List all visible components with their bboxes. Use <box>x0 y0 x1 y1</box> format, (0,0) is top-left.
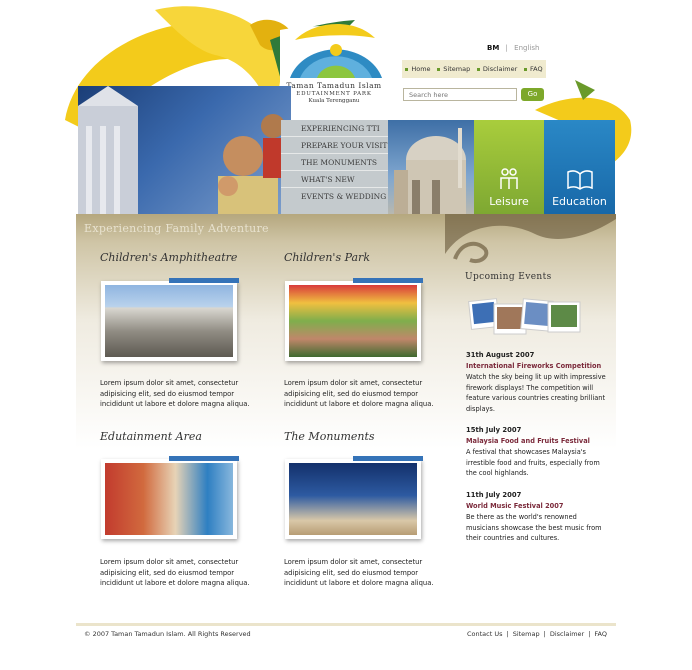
hero-family-photo <box>78 86 291 214</box>
lang-english[interactable]: English <box>514 44 539 52</box>
footer-divider <box>76 623 616 626</box>
event-desc-1: Watch the sky being lit up with impressi… <box>466 373 606 413</box>
event-name-2[interactable]: Malaysia Food and Fruits Festival <box>466 437 590 445</box>
copyright: © 2007 Taman Tamadun Islam. All Rights R… <box>84 630 251 638</box>
footer-faq[interactable]: FAQ <box>594 630 607 638</box>
monuments-photo[interactable] <box>285 456 423 539</box>
feature-title-amphitheatre: Children's Amphitheatre <box>100 251 238 264</box>
leisure-label: Leisure <box>489 195 529 208</box>
feature-text-edutainment: Lorem ipsum dolor sit amet, consectetur … <box>100 558 250 587</box>
site-logo[interactable]: Taman Tamadun Islam EDUTAINMENT PARK Kua… <box>276 81 392 104</box>
search-input[interactable] <box>403 88 517 101</box>
feature-text-park: Lorem ipsum dolor sit amet, consectetur … <box>284 379 434 408</box>
education-tile[interactable]: Education <box>544 120 615 214</box>
feature-title-monuments: The Monuments <box>284 430 375 443</box>
education-label: Education <box>552 195 607 208</box>
footer-sitemap[interactable]: Sitemap <box>513 630 540 638</box>
event-date-2: 15th July 2007 <box>466 426 522 434</box>
feature-text-monuments: Lorem ipsum dolor sit amet, consectetur … <box>284 558 434 587</box>
language-switcher: BM | English <box>487 44 539 52</box>
decorative-swirl <box>445 214 616 263</box>
leisure-tile[interactable]: Leisure <box>474 120 544 214</box>
event-date-3: 11th July 2007 <box>466 491 522 499</box>
amphitheatre-photo[interactable] <box>101 278 239 361</box>
footer-contact[interactable]: Contact Us <box>467 630 503 638</box>
topnav-home[interactable]: Home <box>405 65 430 73</box>
lang-bm[interactable]: BM <box>487 44 499 52</box>
event-desc-2: A festival that showcases Malaysia's irr… <box>466 448 600 477</box>
event-name-3[interactable]: World Music Festival 2007 <box>466 502 563 510</box>
event-date-1: 31th August 2007 <box>466 351 535 359</box>
feature-text-amphitheatre: Lorem ipsum dolor sit amet, consectetur … <box>100 379 250 408</box>
book-icon <box>567 170 593 190</box>
event-name-1[interactable]: International Fireworks Competition <box>466 362 601 370</box>
feature-title-park: Children's Park <box>284 251 370 264</box>
event-desc-3: Be there as the world's renowned musicia… <box>466 513 602 542</box>
logo-line2: EDUTAINMENT PARK <box>296 91 372 97</box>
footer-disclaimer[interactable]: Disclaimer <box>550 630 584 638</box>
topnav-disclaimer[interactable]: Disclaimer <box>477 65 517 73</box>
events-title: Upcoming Events <box>465 272 552 282</box>
logo-line3: Kuala Terengganu <box>308 98 360 104</box>
hero-mosque-photo <box>388 120 474 214</box>
menu-monuments[interactable]: THE MONUMENTS <box>281 154 401 171</box>
menu-whats-new[interactable]: WHAT'S NEW <box>281 171 401 188</box>
logo-line1: Taman Tamadun Islam <box>286 81 382 90</box>
topnav-faq[interactable]: FAQ <box>524 65 543 73</box>
edutainment-photo[interactable] <box>101 456 239 539</box>
menu-events-wedding[interactable]: EVENTS & WEDDING <box>281 188 401 214</box>
topnav-sitemap[interactable]: Sitemap <box>437 65 470 73</box>
lang-separator: | <box>505 44 508 52</box>
top-nav: Home Sitemap Disclaimer FAQ <box>402 60 546 78</box>
feature-title-edutainment: Edutainment Area <box>100 430 202 443</box>
events-photo-collage <box>468 298 581 335</box>
menu-prepare-visit[interactable]: PREPARE YOUR VISIT <box>281 137 401 154</box>
park-photo[interactable] <box>285 278 423 361</box>
main-menu: EXPERIENCING TTI PREPARE YOUR VISIT THE … <box>281 120 401 214</box>
people-icon <box>500 168 518 189</box>
menu-experiencing-tti[interactable]: EXPERIENCING TTI <box>281 120 401 137</box>
search-button[interactable]: Go <box>521 88 544 101</box>
footer-nav: Contact Us | Sitemap | Disclaimer | FAQ <box>467 630 607 638</box>
section-title: Experiencing Family Adventure <box>84 222 269 235</box>
